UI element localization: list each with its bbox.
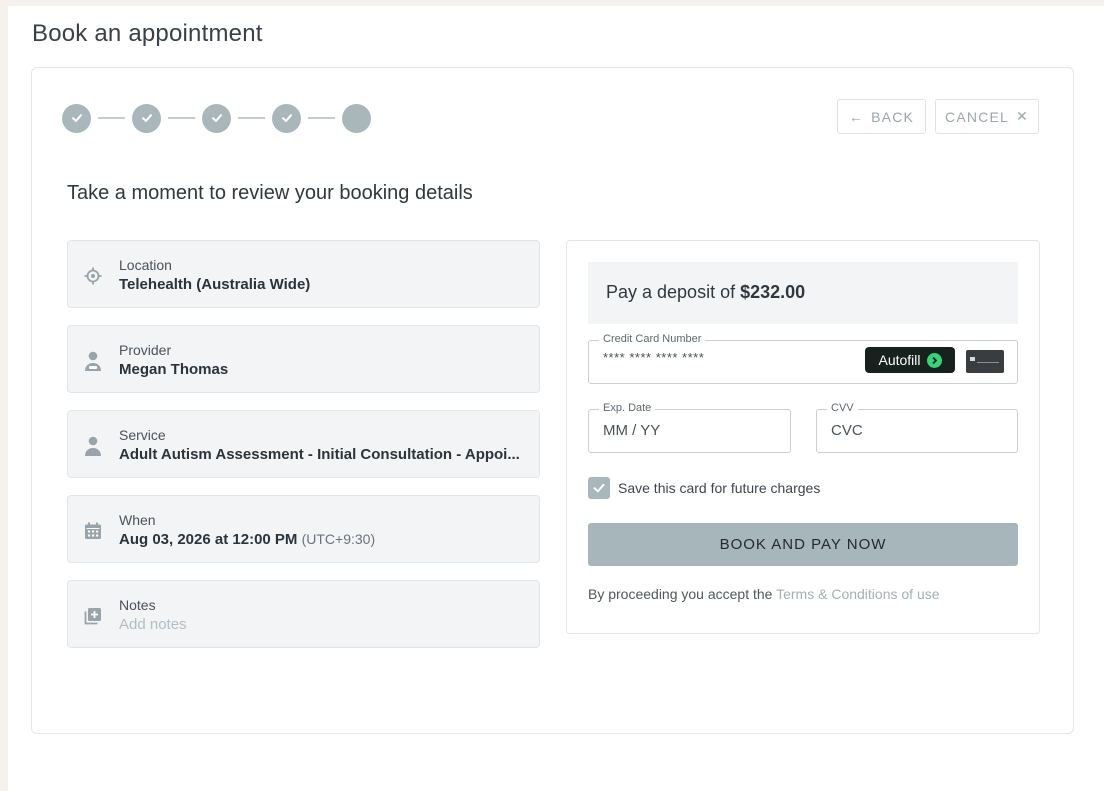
terms-text: By proceeding you accept the Terms & Con… [588, 586, 940, 602]
notes-label: Notes [119, 597, 156, 613]
credit-card-field[interactable]: Credit Card Number **** **** **** **** A… [588, 333, 1018, 384]
location-label: Location [119, 257, 172, 273]
save-card-label: Save this card for future charges [618, 480, 821, 496]
credit-card-input[interactable]: **** **** **** **** [603, 350, 704, 365]
step-5-current [342, 103, 371, 133]
exp-date-field[interactable]: Exp. Date MM / YY [588, 402, 791, 453]
cvv-input[interactable]: CVC [831, 422, 863, 439]
autofill-button[interactable]: Autofill [865, 347, 955, 373]
detail-service: Service Adult Autism Assessment - Initia… [67, 410, 540, 478]
cancel-button[interactable]: CANCEL ✕ [935, 99, 1039, 134]
when-timezone: (UTC+9:30) [301, 531, 376, 547]
progress-stepper [62, 103, 371, 133]
cvv-label: CVV [827, 402, 858, 414]
detail-provider: Provider Megan Thomas [67, 325, 540, 393]
review-title: Take a moment to review your booking det… [67, 182, 473, 204]
provider-person-icon [82, 350, 104, 372]
check-icon [141, 114, 152, 122]
book-and-pay-button[interactable]: BOOK AND PAY NOW [588, 523, 1018, 566]
save-card-checkbox[interactable] [588, 477, 610, 499]
cvv-field[interactable]: CVV CVC [816, 402, 1018, 453]
page-title: Book an appointment [32, 20, 263, 47]
location-value: Telehealth (Australia Wide) [119, 276, 311, 293]
provider-label: Provider [119, 342, 172, 358]
step-connector [98, 117, 125, 119]
when-value: Aug 03, 2026 at 12:00 PM (UTC+9:30) [119, 531, 524, 548]
step-4-complete [272, 103, 301, 133]
cancel-button-label: CANCEL [945, 108, 1010, 125]
page: Book an appointment ← BACK CANCEL ✕ Take… [8, 6, 1104, 791]
when-datetime: Aug 03, 2026 at 12:00 PM [119, 531, 298, 548]
check-icon [593, 483, 605, 493]
terms-prefix: By proceeding you accept the [588, 586, 773, 602]
calendar-icon [82, 520, 104, 542]
terms-link[interactable]: Terms & Conditions of use [776, 586, 939, 602]
step-connector [238, 117, 265, 119]
deposit-prefix: Pay a deposit of [606, 282, 736, 302]
chevron-right-icon [926, 352, 942, 368]
back-button-label: BACK [871, 108, 915, 125]
step-2-complete [132, 103, 161, 133]
service-person-icon [82, 435, 104, 457]
arrow-left-icon: ← [848, 108, 865, 125]
booking-card: ← BACK CANCEL ✕ Take a moment to review … [31, 67, 1074, 734]
step-3-complete [202, 103, 231, 133]
deposit-summary: Pay a deposit of $232.00 [588, 262, 1018, 324]
check-icon [281, 114, 292, 122]
close-icon: ✕ [1016, 108, 1029, 124]
step-1-complete [62, 103, 91, 133]
detail-location: Location Telehealth (Australia Wide) [67, 240, 540, 308]
exp-date-label: Exp. Date [599, 402, 656, 414]
service-value: Adult Autism Assessment - Initial Consul… [119, 446, 520, 463]
credit-card-icon [966, 350, 1004, 373]
save-card-row: Save this card for future charges [588, 477, 820, 499]
notes-input[interactable]: Add notes [119, 616, 524, 633]
back-button[interactable]: ← BACK [837, 99, 926, 134]
provider-value: Megan Thomas [119, 361, 229, 378]
autofill-label: Autofill [878, 352, 921, 368]
check-icon [71, 114, 82, 122]
service-label: Service [119, 427, 166, 443]
detail-when: When Aug 03, 2026 at 12:00 PM (UTC+9:30) [67, 495, 540, 563]
check-icon [211, 114, 222, 122]
when-label: When [119, 512, 156, 528]
step-connector [168, 117, 195, 119]
location-target-icon [82, 265, 104, 287]
payment-panel: Pay a deposit of $232.00 Credit Card Num… [566, 240, 1040, 634]
step-connector [308, 117, 335, 119]
credit-card-label: Credit Card Number [599, 333, 706, 345]
detail-notes[interactable]: Notes Add notes [67, 580, 540, 648]
exp-date-input[interactable]: MM / YY [603, 422, 660, 439]
deposit-amount: $232.00 [740, 282, 806, 302]
add-note-icon [82, 605, 104, 627]
